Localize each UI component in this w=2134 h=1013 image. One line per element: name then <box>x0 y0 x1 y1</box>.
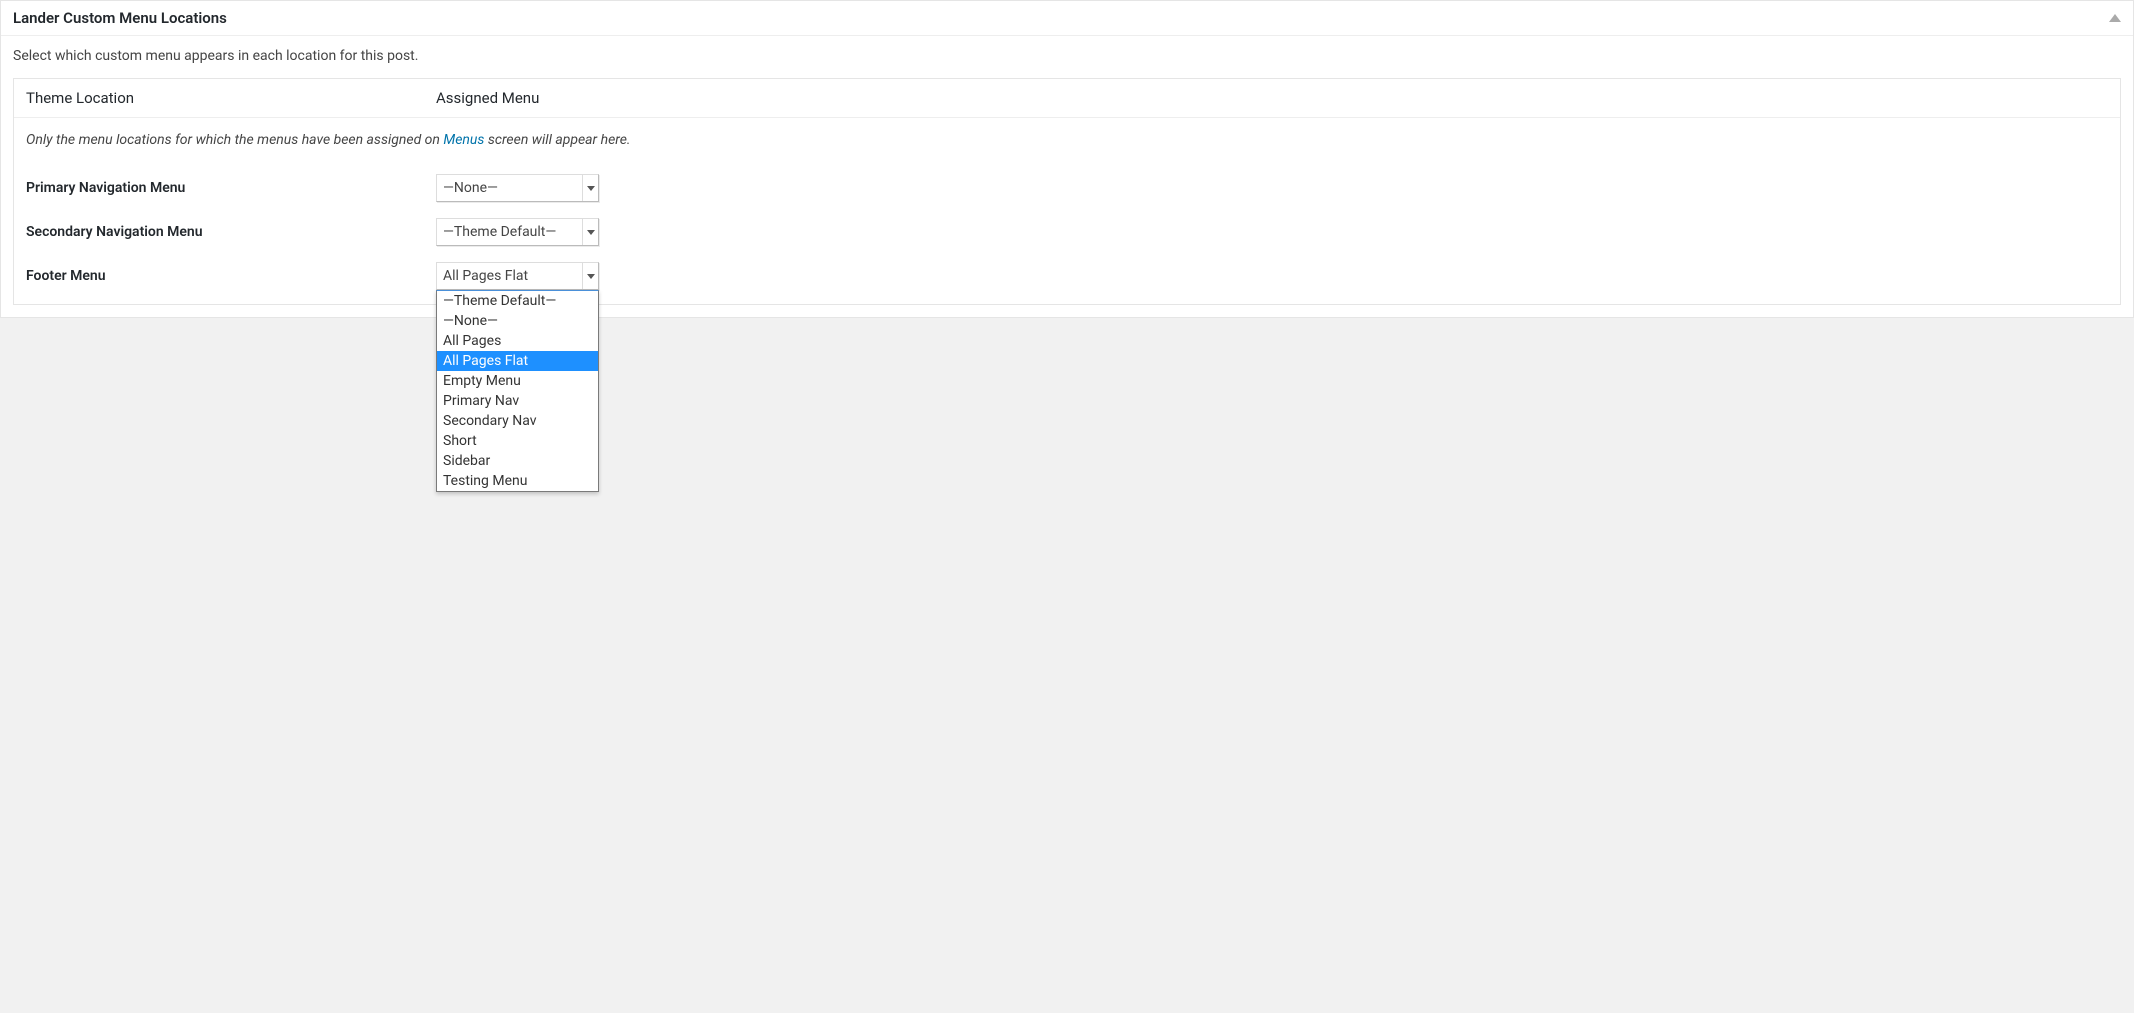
menu-locations-panel: Lander Custom Menu Locations Select whic… <box>0 0 2134 318</box>
menu-row-primary: Primary Navigation Menu —None— <box>14 166 2120 210</box>
select-value: —None— <box>443 180 498 196</box>
table-header-row: Theme Location Assigned Menu <box>14 79 2120 118</box>
row-label-footer: Footer Menu <box>26 268 436 284</box>
dropdown-option[interactable]: Primary Nav <box>437 391 598 411</box>
panel-title: Lander Custom Menu Locations <box>13 9 227 27</box>
dropdown-option[interactable]: —Theme Default— <box>437 291 598 311</box>
row-label-primary: Primary Navigation Menu <box>26 180 436 196</box>
dropdown-option[interactable]: Empty Menu <box>437 371 598 391</box>
header-assigned-menu: Assigned Menu <box>436 89 2108 107</box>
primary-menu-select[interactable]: —None— <box>436 174 599 202</box>
select-wrap-footer: All Pages Flat —Theme Default——None—All … <box>436 262 599 290</box>
panel-header: Lander Custom Menu Locations <box>1 1 2133 36</box>
dropdown-option[interactable]: All Pages Flat <box>437 351 598 371</box>
secondary-menu-select[interactable]: —Theme Default— <box>436 218 599 246</box>
note-text-post: screen will appear here. <box>484 132 630 148</box>
select-value: All Pages Flat <box>443 268 528 284</box>
menu-row-footer: Footer Menu All Pages Flat —Theme Defaul… <box>14 254 2120 304</box>
menu-row-secondary: Secondary Navigation Menu —Theme Default… <box>14 210 2120 254</box>
collapse-toggle-icon[interactable] <box>2109 14 2121 22</box>
menus-link[interactable]: Menus <box>443 132 484 148</box>
chevron-down-icon <box>582 219 598 245</box>
dropdown-option[interactable]: —None— <box>437 311 598 331</box>
header-theme-location: Theme Location <box>26 89 436 107</box>
chevron-down-icon <box>582 175 598 201</box>
select-value: —Theme Default— <box>443 224 556 240</box>
panel-body: Select which custom menu appears in each… <box>1 36 2133 317</box>
select-wrap-primary: —None— <box>436 174 599 202</box>
intro-text: Select which custom menu appears in each… <box>13 48 2121 64</box>
footer-menu-select[interactable]: All Pages Flat <box>436 262 599 290</box>
dropdown-option[interactable]: Sidebar <box>437 451 598 471</box>
note-row: Only the menu locations for which the me… <box>14 118 2120 166</box>
chevron-down-icon <box>582 263 598 289</box>
footer-menu-dropdown[interactable]: —Theme Default——None—All PagesAll Pages … <box>436 290 599 492</box>
dropdown-option[interactable]: Testing Menu <box>437 471 598 491</box>
dropdown-option[interactable]: All Pages <box>437 331 598 351</box>
row-label-secondary: Secondary Navigation Menu <box>26 224 436 240</box>
dropdown-option[interactable]: Secondary Nav <box>437 411 598 431</box>
note-text-pre: Only the menu locations for which the me… <box>26 132 443 148</box>
dropdown-option[interactable]: Short <box>437 431 598 451</box>
menu-table: Theme Location Assigned Menu Only the me… <box>13 78 2121 305</box>
select-wrap-secondary: —Theme Default— <box>436 218 599 246</box>
